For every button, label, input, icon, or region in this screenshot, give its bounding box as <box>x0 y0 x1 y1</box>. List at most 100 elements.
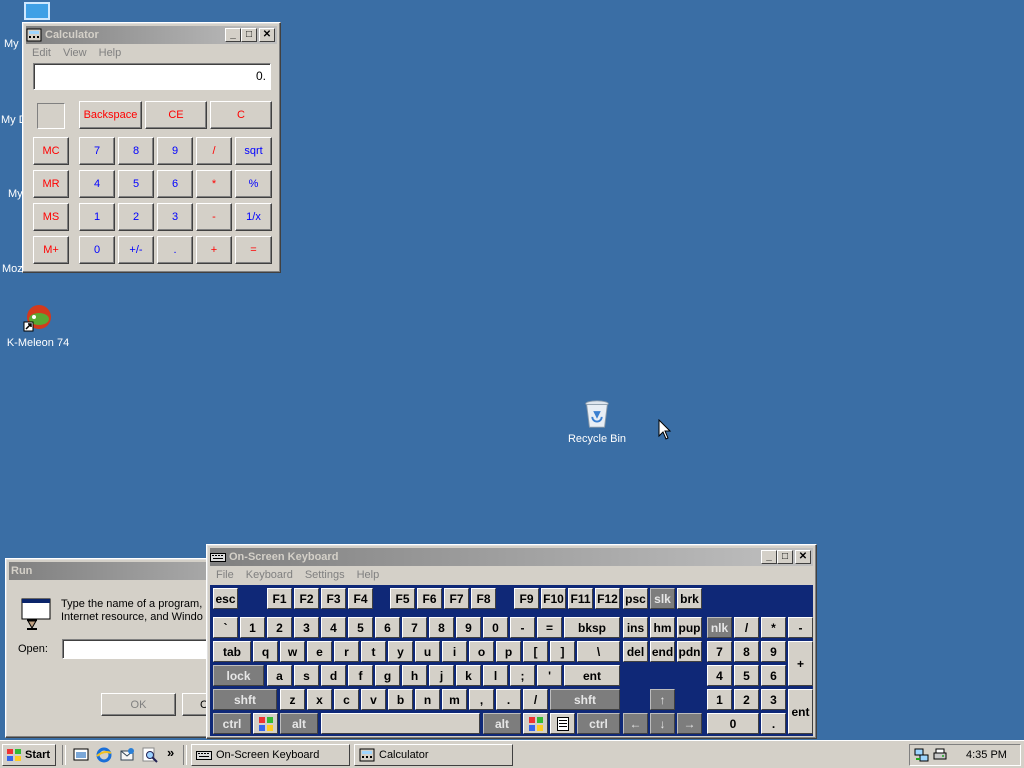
key-num-2[interactable]: 2 <box>734 689 759 710</box>
multiply-button[interactable]: * <box>196 170 232 198</box>
key-6[interactable]: 6 <box>375 617 400 638</box>
digit-3-button[interactable]: 3 <box>157 203 193 231</box>
printer-tray-icon[interactable] <box>932 747 948 763</box>
digit-6-button[interactable]: 6 <box>157 170 193 198</box>
key-r[interactable]: r <box>334 641 359 662</box>
osk-menu-keyboard[interactable]: Keyboard <box>240 567 299 583</box>
key-f8[interactable]: F8 <box>471 588 496 609</box>
calculator-titlebar[interactable]: Calculator _ □ ✕ <box>26 26 277 44</box>
key-num-4[interactable]: 4 <box>707 665 732 686</box>
key-num-9[interactable]: 9 <box>761 641 786 662</box>
key-num-minus[interactable]: - <box>788 617 813 638</box>
subtract-button[interactable]: - <box>196 203 232 231</box>
search-icon[interactable] <box>142 747 158 763</box>
key-num-divide[interactable]: / <box>734 617 759 638</box>
key-j[interactable]: j <box>429 665 454 686</box>
key-backslash[interactable]: \ <box>577 641 620 662</box>
key-tab[interactable]: tab <box>213 641 251 662</box>
key-f7[interactable]: F7 <box>444 588 469 609</box>
key-p[interactable]: p <box>496 641 521 662</box>
key-num-8[interactable]: 8 <box>734 641 759 662</box>
key-9[interactable]: 9 <box>456 617 481 638</box>
taskbar-button-osk[interactable]: On-Screen Keyboard <box>191 744 350 766</box>
key-num-plus[interactable]: + <box>788 641 813 686</box>
calculator-menu-view[interactable]: View <box>57 45 93 61</box>
key-left-windows[interactable] <box>253 713 278 734</box>
key-enter[interactable]: ent <box>564 665 620 686</box>
osk-window[interactable]: On-Screen Keyboard _ □ ✕ File Keyboard S… <box>206 544 817 739</box>
clock[interactable]: 4:35 PM <box>966 749 1007 761</box>
key-num-6[interactable]: 6 <box>761 665 786 686</box>
key-g[interactable]: g <box>375 665 400 686</box>
key-e[interactable]: e <box>307 641 332 662</box>
digit-7-button[interactable]: 7 <box>79 137 115 165</box>
key-period[interactable]: . <box>496 689 521 710</box>
key-menu[interactable] <box>550 713 575 734</box>
key-i[interactable]: i <box>442 641 467 662</box>
key-2[interactable]: 2 <box>267 617 292 638</box>
key-f11[interactable]: F11 <box>568 588 593 609</box>
sign-toggle-button[interactable]: +/- <box>118 236 154 264</box>
key-right-bracket[interactable]: ] <box>550 641 575 662</box>
key-left-shift[interactable]: shft <box>213 689 277 710</box>
sqrt-button[interactable]: sqrt <box>235 137 272 165</box>
key-backspace[interactable]: bksp <box>564 617 620 638</box>
key-k[interactable]: k <box>456 665 481 686</box>
key-l[interactable]: l <box>483 665 508 686</box>
key-f4[interactable]: F4 <box>348 588 373 609</box>
key-pgup[interactable]: pup <box>677 617 702 638</box>
key-quote[interactable]: ' <box>537 665 562 686</box>
key-esc[interactable]: esc <box>213 588 238 609</box>
key-left-ctrl[interactable]: ctrl <box>213 713 251 734</box>
key-num-decimal[interactable]: . <box>761 713 786 734</box>
digit-5-button[interactable]: 5 <box>118 170 154 198</box>
key-up-arrow[interactable]: ↑ <box>650 689 675 710</box>
calculator-menu-edit[interactable]: Edit <box>26 45 57 61</box>
key-end[interactable]: end <box>650 641 675 662</box>
run-dialog[interactable]: Run Type the name of a program, Internet… <box>5 558 215 738</box>
key-f3[interactable]: F3 <box>321 588 346 609</box>
desktop-icon-recycle-bin[interactable]: Recycle Bin <box>559 398 635 445</box>
memory-add-button[interactable]: M+ <box>33 236 69 264</box>
calculator-close-button[interactable]: ✕ <box>259 28 275 42</box>
outlook-icon[interactable] <box>119 747 135 763</box>
equals-button[interactable]: = <box>235 236 272 264</box>
digit-4-button[interactable]: 4 <box>79 170 115 198</box>
key-f1[interactable]: F1 <box>267 588 292 609</box>
key-semicolon[interactable]: ; <box>510 665 535 686</box>
key-num-enter[interactable]: ent <box>788 689 813 734</box>
key-a[interactable]: a <box>267 665 292 686</box>
key-home[interactable]: hm <box>650 617 675 638</box>
osk-maximize-button[interactable]: □ <box>777 550 793 564</box>
run-open-input[interactable] <box>62 639 212 659</box>
key-m[interactable]: m <box>442 689 467 710</box>
decimal-button[interactable]: . <box>157 236 193 264</box>
key-n[interactable]: n <box>415 689 440 710</box>
key-num-0[interactable]: 0 <box>707 713 759 734</box>
key-slk[interactable]: slk <box>650 588 675 609</box>
key-f5[interactable]: F5 <box>390 588 415 609</box>
percent-button[interactable]: % <box>235 170 272 198</box>
key-f2[interactable]: F2 <box>294 588 319 609</box>
osk-menu-help[interactable]: Help <box>351 567 386 583</box>
key-z[interactable]: z <box>280 689 305 710</box>
key-slash[interactable]: / <box>523 689 548 710</box>
digit-1-button[interactable]: 1 <box>79 203 115 231</box>
key-s[interactable]: s <box>294 665 319 686</box>
key-c[interactable]: c <box>334 689 359 710</box>
desktop-icon-my-network[interactable]: My <box>8 188 23 200</box>
key-brk[interactable]: brk <box>677 588 702 609</box>
key-left-bracket[interactable]: [ <box>523 641 548 662</box>
digit-8-button[interactable]: 8 <box>118 137 154 165</box>
key-0[interactable]: 0 <box>483 617 508 638</box>
key-num-5[interactable]: 5 <box>734 665 759 686</box>
key-right-shift[interactable]: shft <box>550 689 620 710</box>
key-left-arrow[interactable]: ← <box>623 713 648 734</box>
desktop-icon-my-computer[interactable]: My <box>4 38 19 50</box>
key-num-1[interactable]: 1 <box>707 689 732 710</box>
desktop-icon-mozilla[interactable]: Moz <box>2 263 23 275</box>
ie-icon[interactable] <box>96 747 112 763</box>
key-right-alt[interactable]: alt <box>483 713 521 734</box>
key-psc[interactable]: psc <box>623 588 648 609</box>
key-q[interactable]: q <box>253 641 278 662</box>
